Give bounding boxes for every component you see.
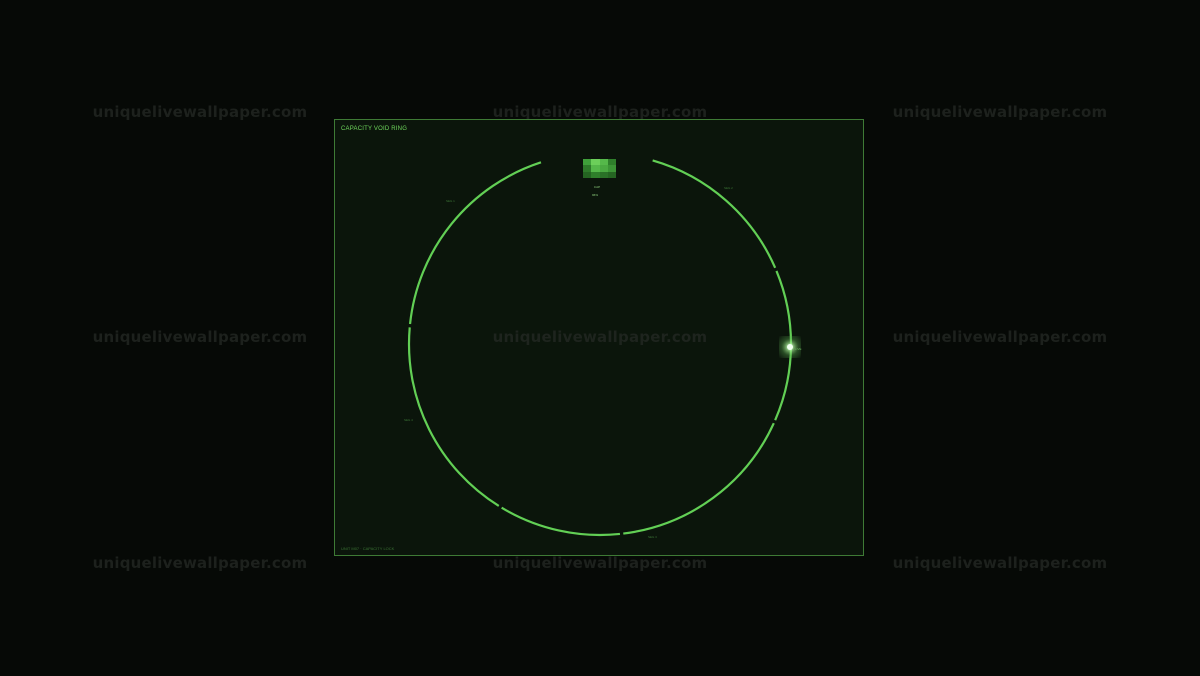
hub-cell bbox=[583, 171, 592, 178]
hub-cell bbox=[599, 171, 608, 178]
ring-marker-label: LIVE bbox=[795, 347, 802, 351]
ring-arc-segment-5 bbox=[407, 327, 500, 507]
ring-label-bottom: SEG 3 bbox=[648, 535, 657, 539]
capacity-hub-grid bbox=[583, 159, 616, 178]
ring-arc-segment-3 bbox=[623, 422, 775, 535]
ring-label-lower-left: SEG 4 bbox=[404, 418, 413, 422]
ring-arc-segment-1 bbox=[652, 159, 777, 269]
ring-arc-segment-4 bbox=[501, 506, 621, 537]
hub-label: CAP bbox=[593, 185, 601, 189]
capacity-ring bbox=[407, 159, 793, 537]
ring-label-upper-left: SEG 1 bbox=[446, 199, 455, 203]
ring-arcs bbox=[407, 159, 793, 537]
ring-label-upper-right: SEG 2 bbox=[724, 186, 733, 190]
ring-marker-dot[interactable] bbox=[787, 344, 793, 350]
wallpaper-stage: uniquelivewallpaper.com uniquelivewallpa… bbox=[0, 0, 1200, 676]
hub-value: 96% bbox=[591, 193, 598, 197]
hub-cell bbox=[607, 171, 616, 178]
hub-cell bbox=[591, 171, 600, 178]
ring-arc-segment-6 bbox=[408, 161, 542, 325]
